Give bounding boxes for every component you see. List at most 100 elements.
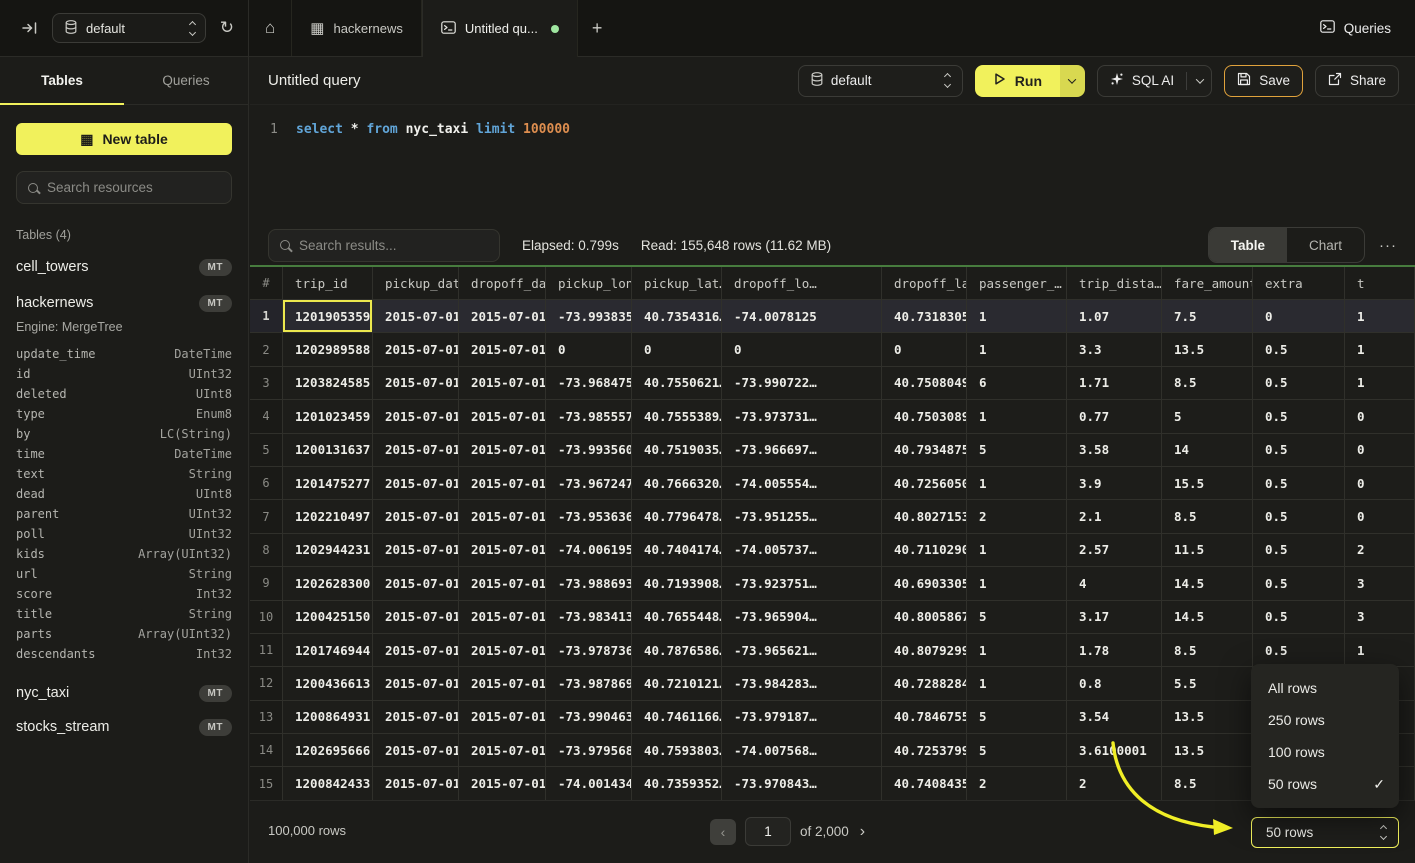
table-cell[interactable]: 0 xyxy=(632,333,722,365)
table-cell[interactable]: 0.8 xyxy=(1067,667,1162,699)
table-cell[interactable]: 40.7210121… xyxy=(632,667,722,699)
table-cell[interactable]: 0 xyxy=(882,333,967,365)
table-cell[interactable]: -73.970843… xyxy=(722,767,882,799)
column-header[interactable]: dropoff_da… xyxy=(459,267,546,299)
table-cell[interactable]: 1 xyxy=(967,333,1067,365)
tab-home[interactable]: ⌂ xyxy=(249,0,292,56)
table-cell[interactable]: 2015-07-01… xyxy=(373,567,459,599)
table-cell[interactable]: 40.7354316… xyxy=(632,300,722,332)
column-header[interactable]: dropoff_lo… xyxy=(722,267,882,299)
table-cell[interactable]: -73.990463… xyxy=(546,701,632,733)
table-cell[interactable]: 1200842433 xyxy=(283,767,373,799)
table-cell[interactable]: 2015-07-01… xyxy=(373,467,459,499)
table-cell[interactable]: 2015-07-01… xyxy=(459,567,546,599)
table-cell[interactable]: 5 xyxy=(967,734,1067,766)
table-cell[interactable]: 1201746944 xyxy=(283,634,373,666)
table-cell[interactable]: 2015-07-01… xyxy=(459,667,546,699)
table-cell[interactable]: 2015-07-01… xyxy=(373,634,459,666)
table-cell[interactable]: 2015-07-01… xyxy=(459,500,546,532)
table-cell[interactable]: 5.5 xyxy=(1162,667,1253,699)
menu-item[interactable]: 100 rows xyxy=(1251,736,1399,768)
table-cell[interactable]: 1 xyxy=(1345,634,1415,666)
table-cell[interactable]: 14.5 xyxy=(1162,567,1253,599)
table-cell[interactable]: 5 xyxy=(1162,400,1253,432)
table-cell[interactable]: 1 xyxy=(967,534,1067,566)
table-cell[interactable]: 2015-07-01… xyxy=(459,767,546,799)
table-cell[interactable]: -73.923751… xyxy=(722,567,882,599)
table-cell[interactable]: 11.5 xyxy=(1162,534,1253,566)
table-cell[interactable]: 40.7359352… xyxy=(632,767,722,799)
table-cell[interactable]: 2015-07-01… xyxy=(373,367,459,399)
table-cell[interactable]: 3.9 xyxy=(1067,467,1162,499)
table-cell[interactable]: -73.983413… xyxy=(546,601,632,633)
table-cell[interactable]: 0 xyxy=(1345,500,1415,532)
view-chart-segment[interactable]: Chart xyxy=(1287,228,1364,262)
table-cell[interactable]: 1 xyxy=(1345,367,1415,399)
table-cell[interactable]: -74.007568… xyxy=(722,734,882,766)
table-cell[interactable]: 1 xyxy=(967,667,1067,699)
table-cell[interactable]: 40.7508049… xyxy=(882,367,967,399)
column-header[interactable]: pickup_lat… xyxy=(632,267,722,299)
table-cell[interactable]: -73.968475… xyxy=(546,367,632,399)
table-cell[interactable]: 1 xyxy=(967,400,1067,432)
table-cell[interactable]: 0 xyxy=(722,333,882,365)
save-button[interactable]: Save xyxy=(1224,65,1303,97)
queries-button[interactable]: Queries xyxy=(1320,20,1391,36)
table-cell[interactable]: 2015-07-01… xyxy=(459,534,546,566)
table-cell[interactable]: 2015-07-01… xyxy=(373,667,459,699)
sidebar-tab-tables[interactable]: Tables xyxy=(0,57,124,104)
table-cell[interactable]: 40.7503089… xyxy=(882,400,967,432)
column-header[interactable]: extra xyxy=(1253,267,1345,299)
table-cell[interactable]: 3.6100001 xyxy=(1067,734,1162,766)
table-cell[interactable]: 8.5 xyxy=(1162,500,1253,532)
query-database-selector[interactable]: default xyxy=(798,65,963,97)
menu-item[interactable]: 250 rows xyxy=(1251,704,1399,736)
sidebar-table-nyc-taxi[interactable]: nyc_taxi MT xyxy=(16,678,232,708)
column-header[interactable]: dropoff_la… xyxy=(882,267,967,299)
menu-item[interactable]: All rows xyxy=(1251,672,1399,704)
table-cell[interactable]: 40.7408435… xyxy=(882,767,967,799)
table-cell[interactable]: -74.0078125 xyxy=(722,300,882,332)
table-cell[interactable]: -73.979187… xyxy=(722,701,882,733)
table-cell[interactable]: 2015-07-01… xyxy=(459,734,546,766)
table-cell[interactable]: 2015-07-01… xyxy=(459,701,546,733)
table-cell[interactable]: 40.7404174… xyxy=(632,534,722,566)
prev-page-button[interactable]: ‹ xyxy=(710,819,736,845)
table-cell[interactable]: 1 xyxy=(1345,333,1415,365)
table-cell[interactable]: 4 xyxy=(1067,567,1162,599)
table-cell[interactable]: 5 xyxy=(967,701,1067,733)
table-cell[interactable]: 2015-07-01… xyxy=(459,400,546,432)
table-cell[interactable]: 40.7193908… xyxy=(632,567,722,599)
table-cell[interactable]: 1 xyxy=(967,467,1067,499)
table-cell[interactable]: 0.5 xyxy=(1253,434,1345,466)
table-cell[interactable]: 2 xyxy=(967,767,1067,799)
table-cell[interactable]: 2 xyxy=(1067,767,1162,799)
page-size-select[interactable]: 50 rows xyxy=(1251,817,1399,848)
table-cell[interactable]: 1 xyxy=(967,567,1067,599)
run-options-button[interactable] xyxy=(1060,65,1085,97)
table-cell[interactable]: 40.7519035… xyxy=(632,434,722,466)
table-cell[interactable]: -73.990722… xyxy=(722,367,882,399)
table-cell[interactable]: 2015-07-01… xyxy=(459,367,546,399)
sql-editor[interactable]: 1 select * from nyc_taxi limit 100000 xyxy=(250,105,1415,225)
table-cell[interactable]: 5 xyxy=(967,434,1067,466)
new-tab-button[interactable]: + xyxy=(578,0,617,56)
table-cell[interactable]: 0.5 xyxy=(1253,534,1345,566)
table-cell[interactable]: 0 xyxy=(546,333,632,365)
table-cell[interactable]: 2015-07-01… xyxy=(459,434,546,466)
table-cell[interactable]: 7.5 xyxy=(1162,300,1253,332)
table-cell[interactable]: 2015-07-01… xyxy=(373,734,459,766)
table-cell[interactable]: 2.57 xyxy=(1067,534,1162,566)
table-cell[interactable]: 2015-07-01… xyxy=(459,333,546,365)
table-cell[interactable]: 0.5 xyxy=(1253,400,1345,432)
table-cell[interactable]: -74.001434… xyxy=(546,767,632,799)
table-cell[interactable]: -73.967247… xyxy=(546,467,632,499)
database-selector[interactable]: default xyxy=(52,13,206,43)
table-cell[interactable]: 0 xyxy=(1253,300,1345,332)
menu-item[interactable]: 50 rows✓ xyxy=(1251,768,1399,800)
table-cell[interactable]: 1.07 xyxy=(1067,300,1162,332)
table-cell[interactable]: 0.5 xyxy=(1253,333,1345,365)
table-cell[interactable]: 1 xyxy=(967,634,1067,666)
table-cell[interactable]: 2015-07-01… xyxy=(373,701,459,733)
column-header[interactable]: # xyxy=(250,267,283,299)
